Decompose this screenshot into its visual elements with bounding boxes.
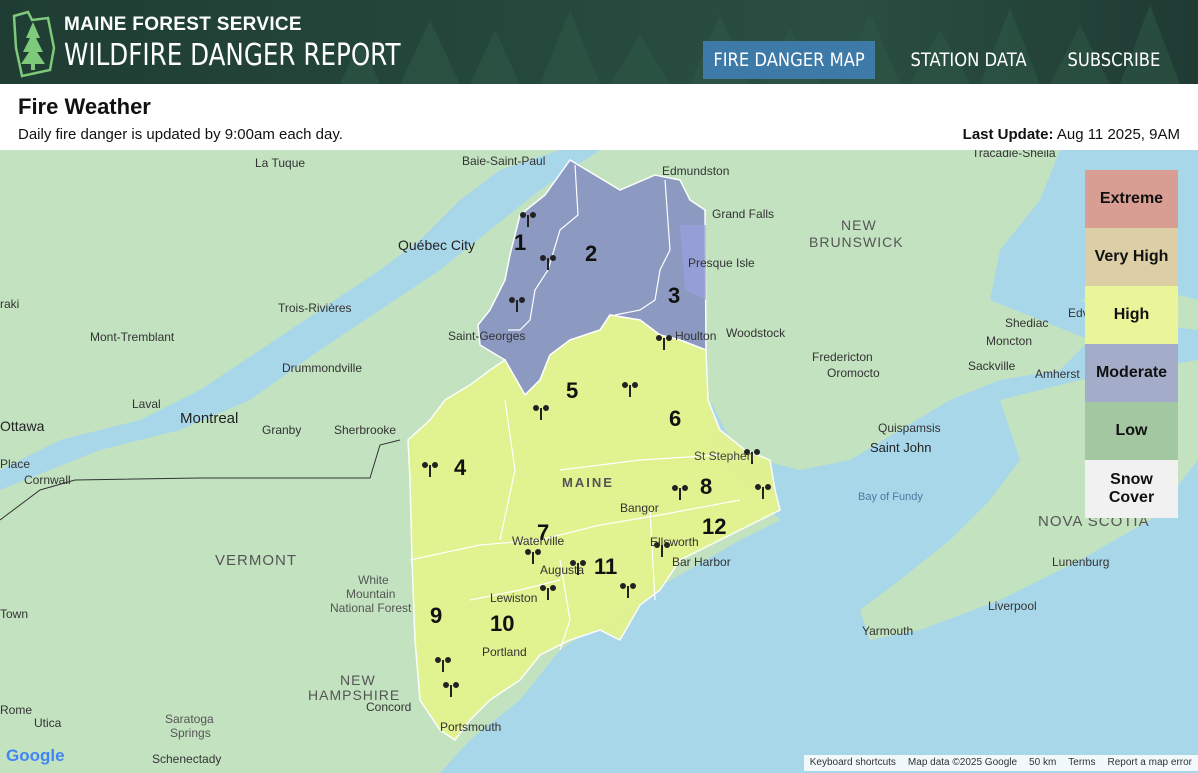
zone-label[interactable]: 2	[585, 241, 597, 266]
map-label: Portland	[482, 645, 527, 659]
map-label: MAINE	[562, 475, 614, 490]
map-label: Mont-Tremblant	[90, 330, 175, 344]
nav-station-data[interactable]: STATION DATA	[900, 41, 1037, 79]
map-label: Portsmouth	[440, 720, 501, 734]
map-label: Québec City	[398, 237, 475, 253]
map-label: Shediac	[1005, 316, 1048, 330]
map-label: Bay of Fundy	[858, 491, 923, 503]
map-data-attribution: Map data ©2025 Google	[907, 757, 1018, 768]
zone-label[interactable]: 3	[668, 283, 680, 308]
google-map-footer: Keyboard shortcuts Map data ©2025 Google…	[803, 755, 1198, 771]
map-label: Ellsworth	[650, 535, 699, 549]
map-label: Edmundston	[662, 164, 729, 178]
legend-very-high: Very High	[1085, 228, 1178, 286]
map-label-nh-2: HAMPSHIRE	[308, 687, 400, 703]
maine-tree-logo	[12, 10, 56, 78]
zone-label[interactable]: 6	[669, 406, 681, 431]
map-label: Woodstock	[726, 326, 786, 340]
map-label-sar-2: Springs	[170, 726, 211, 740]
map-label: Lunenburg	[1052, 555, 1109, 569]
zone-label[interactable]: 9	[430, 603, 442, 628]
zone-label[interactable]: 1	[514, 230, 526, 255]
org-name: MAINE FOREST SERVICE	[64, 14, 302, 35]
map-label: Bar Harbor	[672, 555, 731, 569]
legend-extreme: Extreme	[1085, 170, 1178, 228]
nav-subscribe[interactable]: SUBSCRIBE	[1057, 41, 1170, 79]
map-label: Drummondville	[282, 361, 362, 375]
map-label-nh-1: NEW	[340, 672, 376, 688]
zone-label[interactable]: 10	[490, 611, 514, 636]
fire-danger-map[interactable]: 1 2 3 4 5 6 7 8 9 10 11 12 La Tuque Baie…	[0, 150, 1198, 773]
map-label-sar-1: Saratoga	[165, 712, 214, 726]
map-label-nb-1: NEW	[841, 217, 877, 233]
map-label: Oromocto	[827, 366, 880, 380]
map-scale[interactable]: 50 km	[1023, 755, 1062, 771]
legend-low: Low	[1085, 402, 1178, 460]
map-label: Tracadie-Sheila	[972, 150, 1056, 160]
map-label: Utica	[34, 716, 62, 730]
nav-fire-danger-map[interactable]: FIRE DANGER MAP	[702, 41, 876, 79]
map-label: Sackville	[968, 359, 1016, 373]
map-label: Cornwall	[24, 473, 71, 487]
map-label-nb-2: BRUNSWICK	[809, 234, 904, 250]
keyboard-shortcuts-link[interactable]: Keyboard shortcuts	[804, 755, 902, 771]
map-label: Bangor	[620, 501, 659, 515]
map-label: Schenectady	[152, 752, 221, 766]
main-nav: FIRE DANGER MAP STATION DATA SUBSCRIBE	[689, 41, 1180, 79]
last-update-value: Aug 11 2025, 9AM	[1056, 126, 1180, 143]
map-label: Saint-Georges	[448, 329, 525, 343]
map-label: Fredericton	[812, 350, 873, 364]
map-label-wm-2: Mountain	[346, 587, 395, 601]
terms-link[interactable]: Terms	[1062, 755, 1101, 771]
page-title: Fire Weather	[18, 94, 151, 119]
fire-danger-legend: Extreme Very High High Moderate Low Snow…	[1085, 170, 1178, 518]
map-label: Moncton	[986, 334, 1032, 348]
map-label: Houlton	[675, 329, 716, 343]
legend-snow-cover: Snow Cover	[1085, 460, 1178, 518]
map-label: VERMONT	[215, 552, 297, 569]
site-title: WILDFIRE DANGER REPORT	[64, 38, 401, 73]
google-logo-text: Google	[6, 746, 65, 765]
google-logo: Google	[6, 746, 65, 766]
map-label: Lewiston	[490, 591, 537, 605]
map-label: Amherst	[1035, 367, 1080, 381]
map-label: Montreal	[180, 410, 238, 427]
map-label: Presque Isle	[688, 256, 755, 270]
map-label: Trois-Rivières	[278, 301, 352, 315]
map-label: Town	[0, 607, 28, 621]
last-update: Last Update: Aug 11 2025, 9AM	[963, 126, 1180, 143]
map-label: Yarmouth	[862, 624, 913, 638]
map-label: Rome	[0, 703, 32, 717]
map-label-wm-3: National Forest	[330, 601, 412, 615]
map-label: La Tuque	[255, 156, 305, 170]
map-label: raki	[0, 297, 19, 311]
map-label: Waterville	[512, 534, 565, 548]
map-label: Baie-Saint-Paul	[462, 154, 545, 168]
legend-moderate: Moderate	[1085, 344, 1178, 402]
map-label: Ottawa	[0, 418, 45, 434]
report-map-error-link[interactable]: Report a map error	[1102, 755, 1198, 771]
zone-label[interactable]: 12	[702, 514, 726, 539]
zone-label[interactable]: 11	[594, 554, 617, 579]
zone-label[interactable]: 4	[454, 455, 467, 480]
map-label: Saint John	[870, 440, 931, 455]
zone-label[interactable]: 8	[700, 474, 712, 499]
legend-snow-cover-label: Snow Cover	[1108, 471, 1155, 506]
map-label: St Stephen	[694, 449, 753, 463]
site-header: MAINE FOREST SERVICE WILDFIRE DANGER REP…	[0, 0, 1198, 84]
map-canvas[interactable]: 1 2 3 4 5 6 7 8 9 10 11 12 La Tuque Baie…	[0, 150, 1198, 773]
last-update-label: Last Update:	[962, 126, 1054, 143]
map-label: Grand Falls	[712, 207, 774, 221]
map-label: Sherbrooke	[334, 423, 396, 437]
map-label: Laval	[132, 397, 161, 411]
page-subtitle: Daily fire danger is updated by 9:00am e…	[18, 126, 343, 143]
map-label: Granby	[262, 423, 301, 437]
map-label: Liverpool	[988, 599, 1037, 613]
map-label-wm-1: White	[358, 573, 389, 587]
map-label: Augusta	[540, 563, 584, 577]
map-label: Quispamsis	[878, 421, 941, 435]
map-label: Place	[0, 457, 30, 471]
zone-label[interactable]: 5	[566, 378, 578, 403]
legend-high: High	[1085, 286, 1178, 344]
